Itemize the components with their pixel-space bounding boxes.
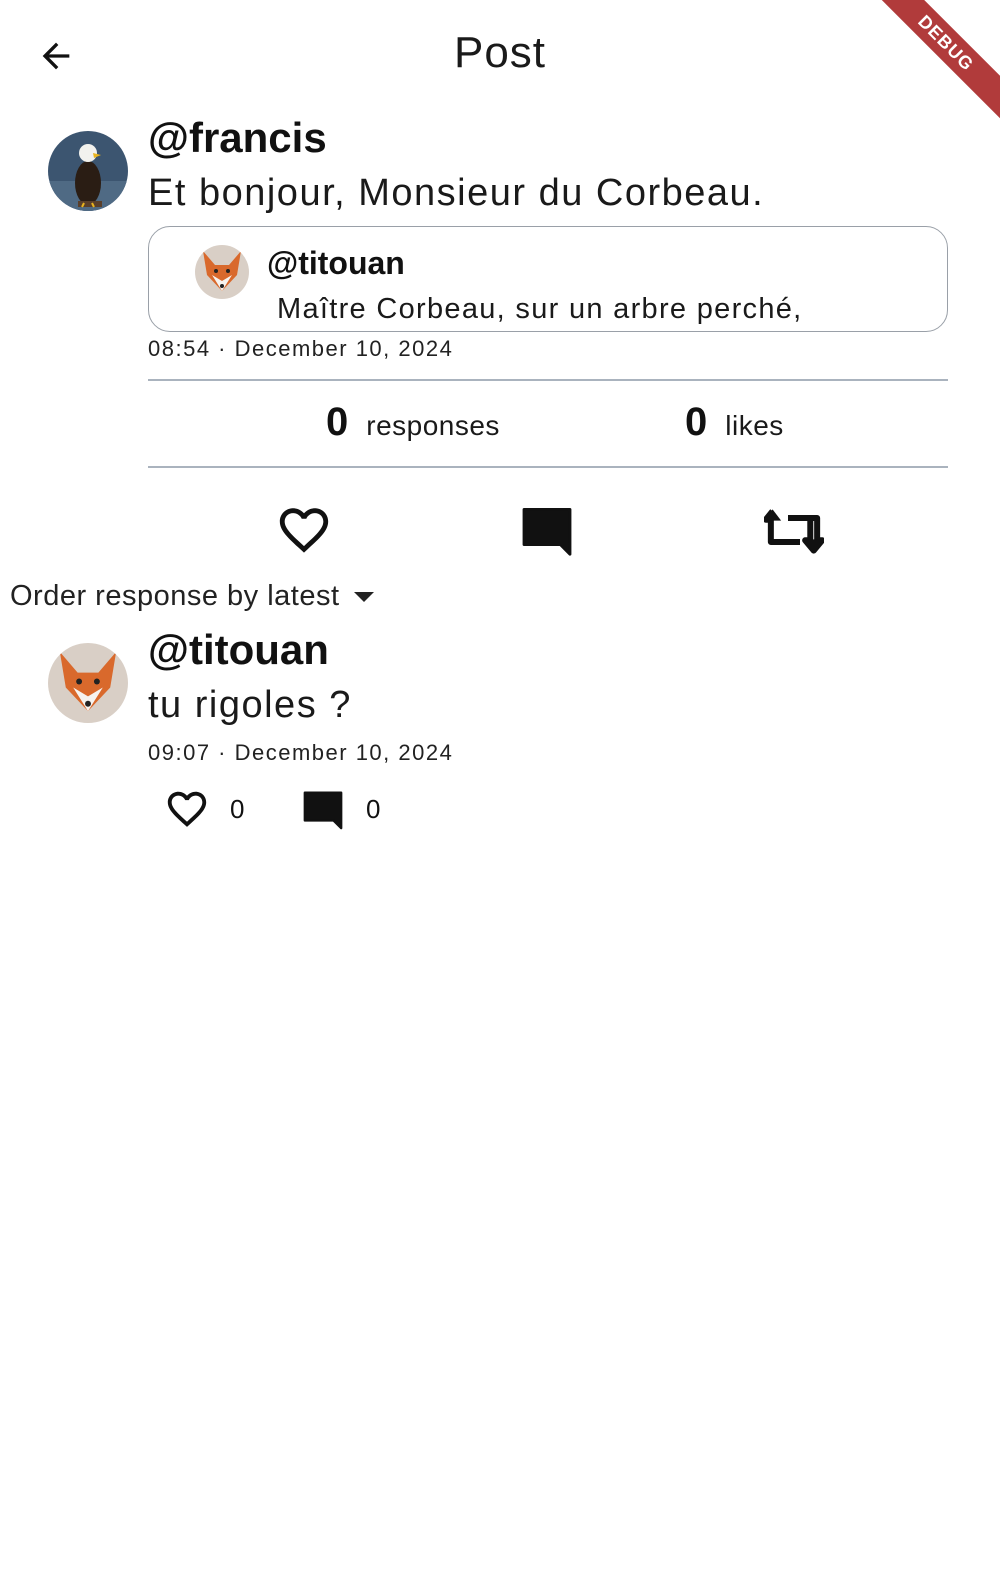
- response-comment-button[interactable]: 0: [300, 786, 380, 832]
- divider-top: [148, 379, 948, 381]
- responses-stat: 0 responses: [326, 400, 500, 445]
- order-response-dropdown[interactable]: Order response by latest: [10, 580, 374, 613]
- responses-count: 0: [326, 400, 349, 444]
- fox-avatar-image: [195, 245, 249, 299]
- post-timestamp: 08:54 · December 10, 2024: [148, 336, 454, 361]
- response-comment-count: 0: [366, 793, 381, 824]
- heart-outline-icon: [279, 508, 329, 553]
- heart-outline-icon: [167, 791, 207, 827]
- page-title: Post: [453, 28, 547, 77]
- response-timestamp: 09:07 · December 10, 2024: [148, 740, 454, 765]
- comment-icon: [522, 508, 572, 556]
- quoted-author-username: @titouan: [267, 245, 405, 281]
- author-avatar[interactable]: [48, 131, 128, 211]
- response-author-username[interactable]: @titouan: [148, 626, 329, 674]
- quoted-author-avatar: [195, 245, 249, 299]
- quoted-post-card[interactable]: @titouan Maître Corbeau, sur un arbre pe…: [148, 226, 948, 332]
- quoted-post-text: Maître Corbeau, sur un arbre perché,: [277, 293, 803, 325]
- fox-avatar-image: [48, 643, 128, 723]
- like-button[interactable]: [274, 500, 334, 560]
- caret-down-icon: [353, 591, 374, 602]
- response-like-count: 0: [230, 793, 245, 824]
- divider-bottom: [148, 466, 948, 468]
- comment-icon: [303, 791, 343, 830]
- likes-count: 0: [685, 400, 708, 444]
- responses-label: responses: [366, 410, 500, 441]
- repost-button[interactable]: [764, 500, 824, 560]
- likes-label: likes: [725, 410, 784, 441]
- response-like-button[interactable]: 0: [164, 786, 244, 832]
- response-text: tu rigoles ?: [148, 684, 352, 726]
- app-screen: Post DEBUG @francis Et bonjour, Monsieur…: [0, 0, 1000, 1576]
- likes-stat: 0 likes: [685, 400, 784, 445]
- response-author-avatar[interactable]: [48, 643, 128, 723]
- comment-button[interactable]: [517, 500, 577, 560]
- eagle-avatar-image: [48, 131, 128, 211]
- post-text: Et bonjour, Monsieur du Corbeau.: [148, 172, 765, 214]
- order-response-label: Order response by latest: [10, 580, 340, 612]
- repost-icon: [764, 509, 824, 554]
- author-username[interactable]: @francis: [148, 114, 327, 162]
